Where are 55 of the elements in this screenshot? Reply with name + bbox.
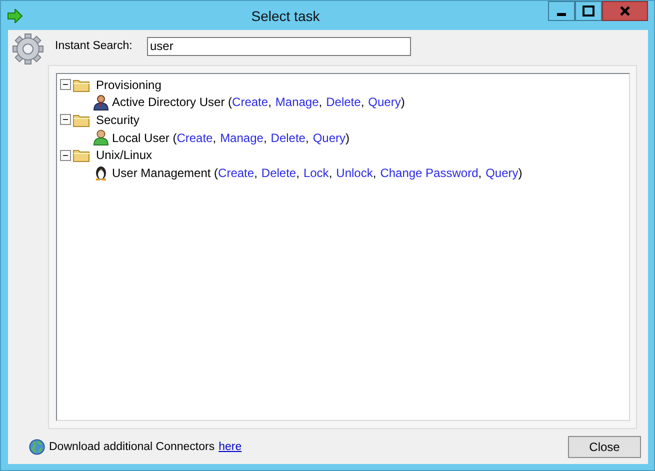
action-link[interactable]: Create	[232, 95, 268, 110]
punctuation: )	[518, 166, 522, 180]
punctuation: ,	[478, 166, 482, 180]
action-link[interactable]: Query	[486, 166, 518, 180]
punctuation: )	[400, 95, 405, 110]
task-name: User Management (	[112, 166, 218, 180]
task-name: Local User (	[112, 130, 177, 145]
action-link[interactable]: Create	[176, 130, 213, 145]
user-icon	[93, 129, 109, 146]
punctuation: ,	[318, 95, 322, 110]
footer-text: Download additional Connectors	[49, 440, 215, 452]
globe-icon	[29, 438, 45, 454]
close-icon[interactable]	[602, 1, 648, 21]
punctuation: ,	[254, 166, 258, 180]
punctuation: ,	[305, 130, 309, 145]
action-link[interactable]: Manage	[275, 95, 319, 110]
collapse-icon[interactable]	[60, 79, 71, 90]
tree-node[interactable]: Security	[96, 112, 140, 127]
download-link[interactable]: here	[218, 440, 242, 452]
punctuation: ,	[263, 130, 267, 145]
punctuation: ,	[296, 166, 300, 180]
minimize-button[interactable]	[548, 1, 575, 21]
tree-node[interactable]: Provisioning	[96, 78, 162, 92]
action-link[interactable]: Create	[218, 166, 254, 180]
punctuation: ,	[212, 130, 216, 145]
search-field[interactable]: user	[147, 36, 411, 56]
action-link[interactable]: Change Password	[380, 166, 478, 180]
collapse-icon[interactable]	[60, 150, 71, 161]
penguin-icon	[93, 164, 109, 182]
folder-icon	[73, 112, 90, 127]
action-link[interactable]: Delete	[270, 130, 306, 145]
action-link[interactable]: Delete	[261, 166, 296, 180]
maximize-button[interactable]	[575, 1, 602, 21]
punctuation: )	[346, 130, 350, 145]
collapse-icon[interactable]	[60, 114, 71, 126]
arrow-icon	[7, 8, 23, 22]
folder-icon	[73, 78, 90, 92]
task-name: Active Directory User (	[112, 95, 232, 110]
settings-icon	[12, 33, 44, 65]
window-title: Select task	[250, 8, 321, 24]
close-button[interactable]: Close	[568, 436, 641, 458]
folder-icon	[73, 148, 90, 162]
punctuation: ,	[268, 95, 272, 110]
punctuation: ,	[328, 166, 332, 180]
action-link[interactable]: Manage	[220, 130, 264, 145]
action-link[interactable]: Lock	[303, 166, 329, 180]
punctuation: ,	[372, 166, 376, 180]
action-link[interactable]: Unlock	[336, 166, 373, 180]
action-link[interactable]: Query	[368, 95, 401, 110]
action-link[interactable]: Delete	[326, 95, 361, 110]
search-label: Instant Search:	[55, 40, 134, 52]
action-link[interactable]: Query	[312, 130, 346, 145]
user-icon	[93, 94, 109, 111]
punctuation: ,	[360, 95, 364, 110]
tree-node[interactable]: Unix/Linux	[96, 148, 152, 162]
